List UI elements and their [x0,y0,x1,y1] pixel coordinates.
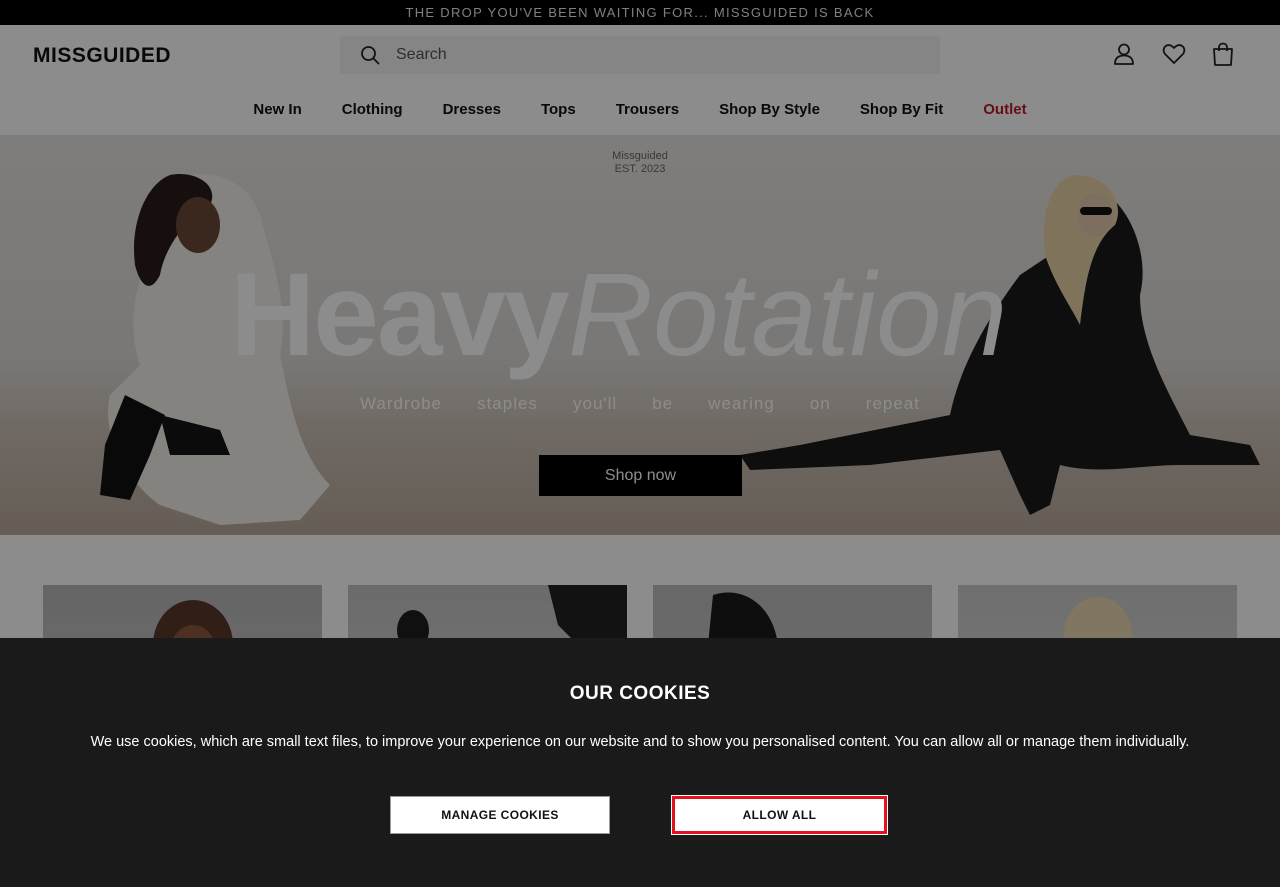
allow-all-button[interactable]: ALLOW ALL [671,795,888,835]
manage-cookies-button[interactable]: MANAGE COOKIES [390,796,610,834]
cookie-title: OUR COOKIES [569,683,711,704]
cookie-banner: OUR COOKIES We use cookies, which are sm… [0,638,1280,887]
cookie-message: We use cookies, which are small text fil… [90,734,1190,750]
